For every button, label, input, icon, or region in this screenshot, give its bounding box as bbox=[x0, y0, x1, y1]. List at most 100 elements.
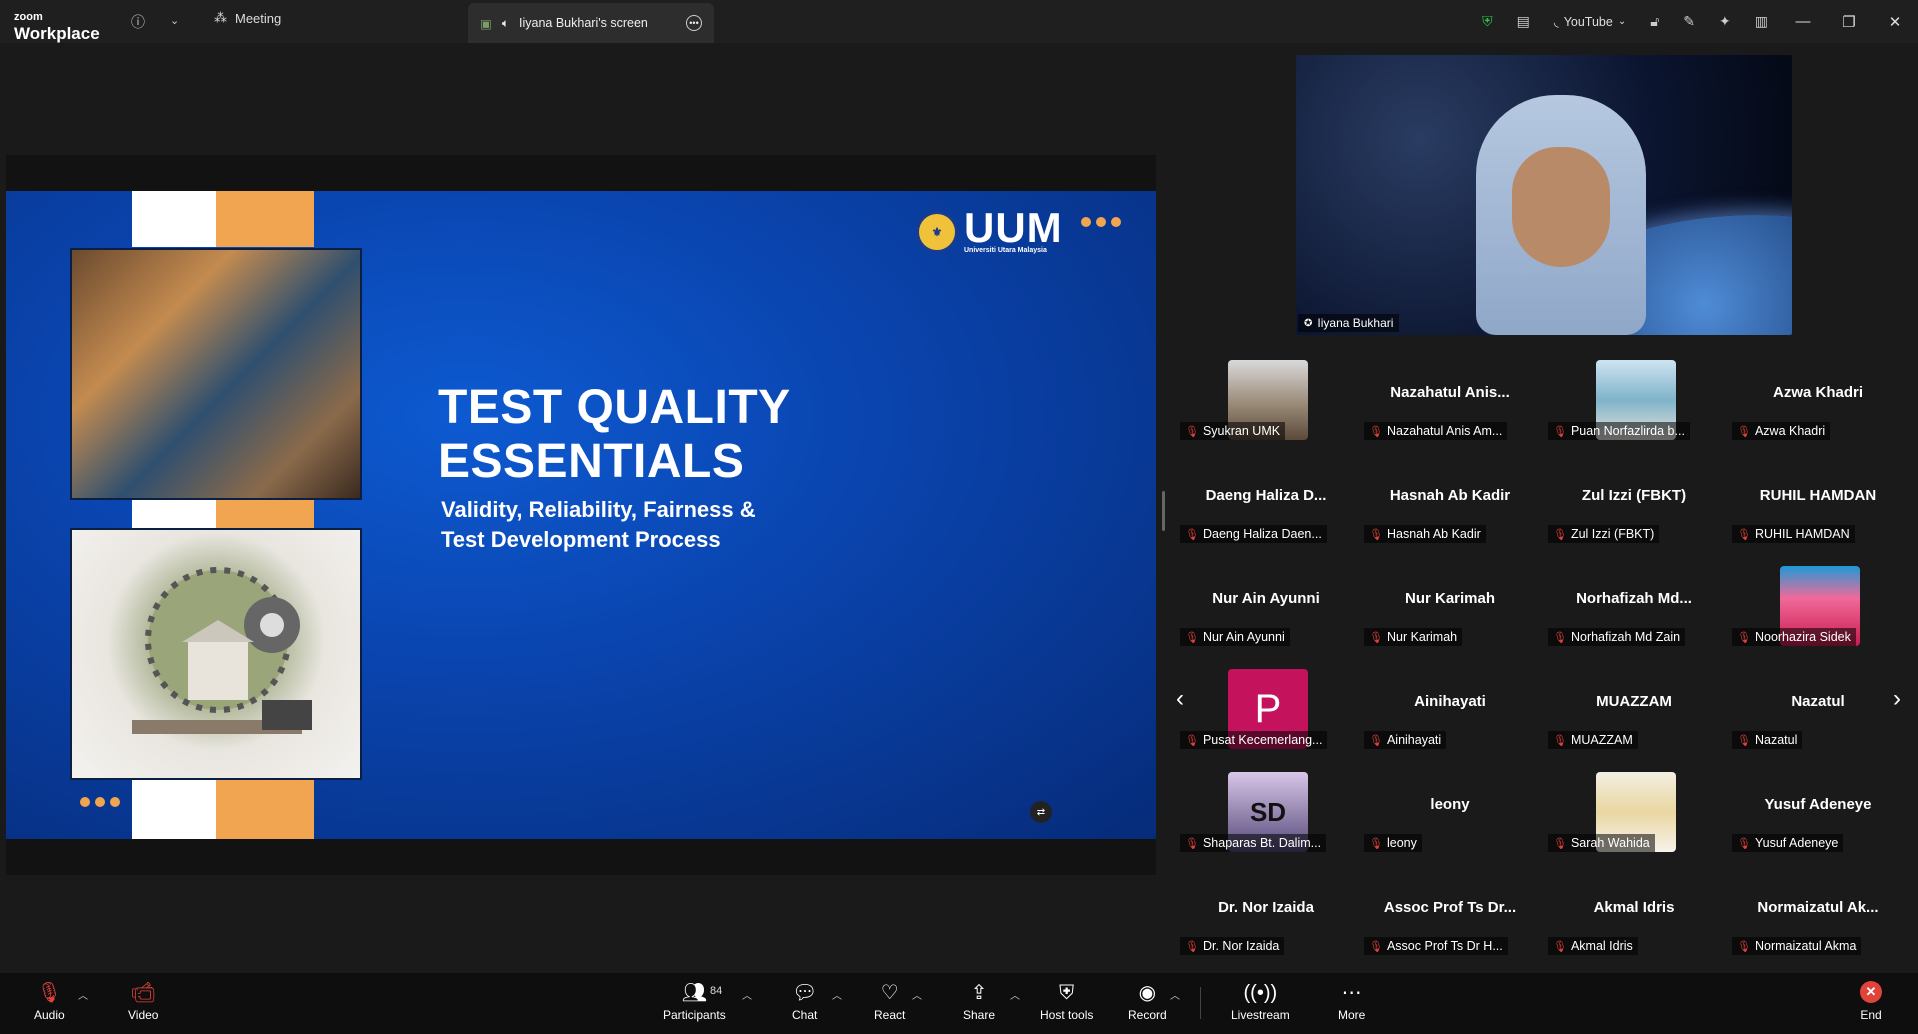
react-label: React bbox=[874, 1008, 906, 1022]
uum-logo: ⚜ UUM Universiti Utara Malaysia bbox=[916, 204, 1063, 254]
participant-tile[interactable]: Nazatul 🎙︎ Nazatul bbox=[1728, 667, 1908, 770]
chevron-down-icon[interactable]: ⌄ bbox=[170, 14, 179, 27]
chat-button[interactable]: 💬︎ Chat bbox=[792, 981, 817, 1022]
view-layout-icon[interactable]: ▥ bbox=[1755, 13, 1768, 30]
participant-name-label: Assoc Prof Ts Dr H... bbox=[1386, 939, 1503, 953]
participant-tile[interactable]: Nur Karimah 🎙︎ Nur Karimah bbox=[1360, 564, 1540, 667]
react-button[interactable]: ♡ React bbox=[874, 981, 905, 1022]
minimize-icon[interactable]: — bbox=[1780, 13, 1826, 30]
participant-tile[interactable]: Assoc Prof Ts Dr... 🎙︎ Assoc Prof Ts Dr H.… bbox=[1360, 873, 1540, 976]
meeting-button[interactable]: ⁂ Meeting bbox=[214, 10, 281, 26]
participant-tile[interactable]: Nazahatul Anis... 🎙︎ Nazahatul Anis Am... bbox=[1360, 358, 1540, 461]
microphone-muted-icon: 🎙︎ bbox=[1369, 734, 1383, 747]
host-tools-label: Host tools bbox=[1040, 1008, 1094, 1022]
screen-share-tab[interactable]: ▣ 🔈︎ Iiyana Bukhari's screen ••• bbox=[468, 3, 714, 43]
encryption-shield-icon[interactable]: ⛨ bbox=[1482, 13, 1493, 30]
audio-options-caret-icon[interactable]: ︿ bbox=[78, 987, 88, 1002]
shield-icon: ⛨ bbox=[1059, 982, 1075, 1004]
active-speaker-video[interactable] bbox=[1296, 55, 1792, 335]
participant-tile[interactable]: Norhafizah Md... 🎙︎ Norhafizah Md Zain bbox=[1544, 564, 1724, 667]
more-button[interactable]: ⋯ More bbox=[1338, 981, 1365, 1022]
participant-display-name: Nur Karimah bbox=[1404, 590, 1496, 607]
participant-name-tag: 🎙︎ Sarah Wahida bbox=[1548, 834, 1655, 852]
shared-screen[interactable]: ⚜ UUM Universiti Utara Malaysia TEST QUA… bbox=[6, 155, 1156, 875]
participant-name-label: Dr. Nor Izaida bbox=[1202, 939, 1280, 953]
participant-tile[interactable]: leony 🎙︎ leony bbox=[1360, 770, 1540, 873]
close-icon[interactable]: ✕ bbox=[1872, 13, 1918, 31]
record-icon: ◉ bbox=[1138, 982, 1157, 1004]
share-button[interactable]: ⇪ Share bbox=[963, 981, 995, 1022]
meeting-icon: ⁂ bbox=[214, 10, 227, 25]
participant-tile[interactable]: Akmal Idris 🎙︎ Akmal Idris bbox=[1544, 873, 1724, 976]
participant-tile[interactable]: Dr. Nor Izaida 🎙︎ Dr. Nor Izaida bbox=[1176, 873, 1356, 976]
participant-tile[interactable]: 🎙︎ Noorhazira Sidek bbox=[1728, 564, 1908, 667]
participant-tile[interactable]: Daeng Haliza D... 🎙︎ Daeng Haliza Daen... bbox=[1176, 461, 1356, 564]
participant-tile[interactable]: 🎙︎ Syukran UMK bbox=[1176, 358, 1356, 461]
participant-tile[interactable]: SD 🎙︎ Shaparas Bt. Dalim... bbox=[1176, 770, 1356, 873]
participant-name-tag: 🎙︎ Normaizatul Akma bbox=[1732, 937, 1862, 955]
participant-display-name: Dr. Nor Izaida bbox=[1218, 899, 1314, 916]
participant-tile[interactable]: Zul Izzi (FBKT) 🎙︎ Zul Izzi (FBKT) bbox=[1544, 461, 1724, 564]
participant-tile[interactable]: Ainihayati 🎙︎ Ainihayati bbox=[1360, 667, 1540, 770]
restore-icon[interactable]: ❐ bbox=[1826, 13, 1872, 31]
slide-control-icon[interactable]: ⇄ bbox=[1030, 801, 1052, 823]
speaker-name-tag: ✪ Iiyana Bukhari bbox=[1298, 314, 1400, 332]
participant-display-name: MUAZZAM bbox=[1596, 693, 1672, 710]
audio-button[interactable]: 🎙︎ Audio bbox=[34, 981, 65, 1022]
participant-name-label: Nazahatul Anis Am... bbox=[1386, 424, 1503, 438]
participant-name-tag: 🎙︎ Syukran UMK bbox=[1180, 422, 1286, 440]
notes-icon[interactable]: ▤ bbox=[1517, 13, 1530, 30]
presentation-slide: ⚜ UUM Universiti Utara Malaysia TEST QUA… bbox=[6, 191, 1156, 839]
participant-tile[interactable]: Normaizatul Ak... 🎙︎ Normaizatul Akma bbox=[1728, 873, 1908, 976]
youtube-livestream-indicator[interactable]: ◟ YouTube ⌄ bbox=[1553, 14, 1626, 30]
more-label: More bbox=[1338, 1008, 1366, 1022]
react-caret-icon[interactable]: ︿ bbox=[912, 987, 922, 1002]
participant-name-tag: 🎙︎ Nur Karimah bbox=[1364, 628, 1463, 646]
record-button[interactable]: ◉ Record bbox=[1128, 981, 1167, 1022]
logo-big-text: Workplace bbox=[14, 24, 100, 43]
participant-name-label: Nur Karimah bbox=[1386, 630, 1458, 644]
participant-tile[interactable]: Yusuf Adeneye 🎙︎ Yusuf Adeneye bbox=[1728, 770, 1908, 873]
participant-tile[interactable]: Hasnah Ab Kadir 🎙︎ Hasnah Ab Kadir bbox=[1360, 461, 1540, 564]
split-view-handle[interactable] bbox=[1162, 491, 1165, 531]
slide-title-line2: ESSENTIALS bbox=[438, 435, 745, 488]
livestream-button[interactable]: ((•)) Livestream bbox=[1231, 981, 1290, 1022]
uum-brand: UUM bbox=[964, 204, 1063, 251]
participant-name-tag: 🎙︎ Pusat Kecemerlang... bbox=[1180, 731, 1328, 749]
annotate-icon[interactable]: ✎ bbox=[1683, 13, 1695, 30]
participant-name-tag: 🎙︎ Norhafizah Md Zain bbox=[1548, 628, 1686, 646]
participant-name-tag: 🎙︎ Daeng Haliza Daen... bbox=[1180, 525, 1327, 543]
participants-caret-icon[interactable]: ︿ bbox=[742, 987, 752, 1002]
participant-tile[interactable]: P 🎙︎ Pusat Kecemerlang... bbox=[1176, 667, 1356, 770]
participant-name-label: Nazatul bbox=[1754, 733, 1798, 747]
microphone-muted-icon: 🎙︎ bbox=[1369, 837, 1383, 850]
participant-name-label: Shaparas Bt. Dalim... bbox=[1202, 836, 1322, 850]
record-caret-icon[interactable]: ︿ bbox=[1170, 987, 1180, 1002]
more-options-icon[interactable]: ••• bbox=[686, 15, 702, 31]
host-tools-button[interactable]: ⛨ Host tools bbox=[1040, 981, 1093, 1022]
chat-caret-icon[interactable]: ︿ bbox=[832, 987, 842, 1002]
participant-tile[interactable]: MUAZZAM 🎙︎ MUAZZAM bbox=[1544, 667, 1724, 770]
slide-stripe-white-bottom bbox=[132, 780, 216, 839]
participant-name-label: Zul Izzi (FBKT) bbox=[1570, 527, 1655, 541]
participant-tile[interactable]: 🎙︎ Sarah Wahida bbox=[1544, 770, 1724, 873]
slide-subtitle-line2: Test Development Process bbox=[441, 527, 721, 552]
participant-name-label: Syukran UMK bbox=[1202, 424, 1281, 438]
info-icon[interactable]: ⓘ bbox=[131, 12, 145, 32]
microphone-muted-icon: 🎙︎ bbox=[1185, 528, 1199, 541]
broadcast-icon: ◟ bbox=[1553, 15, 1559, 29]
participant-tile[interactable]: RUHIL HAMDAN 🎙︎ RUHIL HAMDAN bbox=[1728, 461, 1908, 564]
livestream-label: Livestream bbox=[1231, 1008, 1290, 1022]
participant-name-tag: 🎙︎ Shaparas Bt. Dalim... bbox=[1180, 834, 1327, 852]
lock-icon[interactable]: 🔓︎ bbox=[1650, 13, 1659, 30]
more-icon: ⋯ bbox=[1341, 982, 1362, 1004]
participant-tile[interactable]: Nur Ain Ayunni 🎙︎ Nur Ain Ayunni bbox=[1176, 564, 1356, 667]
share-caret-icon[interactable]: ︿ bbox=[1010, 987, 1020, 1002]
ai-companion-icon[interactable]: ✦ bbox=[1719, 13, 1731, 30]
participant-tile[interactable]: Azwa Khadri 🎙︎ Azwa Khadri bbox=[1728, 358, 1908, 461]
end-call-icon: ✕ bbox=[1860, 981, 1882, 1003]
end-button[interactable]: ✕ End bbox=[1860, 981, 1882, 1022]
video-button[interactable]: 📹︎ Video bbox=[128, 981, 158, 1022]
participant-name-label: Hasnah Ab Kadir bbox=[1386, 527, 1481, 541]
participant-tile[interactable]: 🎙︎ Puan Norfazlirda b... bbox=[1544, 358, 1724, 461]
